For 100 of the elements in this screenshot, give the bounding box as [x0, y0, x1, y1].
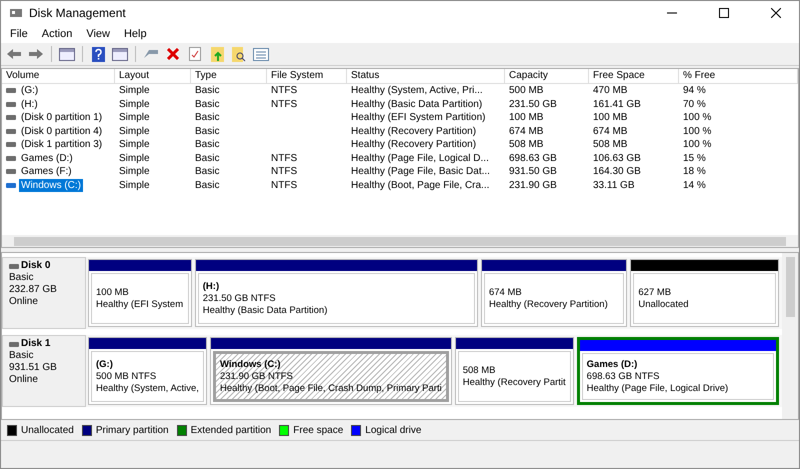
menu-item[interactable]: Action: [34, 25, 80, 43]
window-title: Disk Management: [29, 6, 127, 20]
partition-detail: Healthy (Boot, Page File, Crash Dump, Primary Parti: [220, 382, 442, 394]
column-header[interactable]: Free Space: [589, 69, 679, 83]
maximize-icon: [719, 8, 729, 18]
table-cell: NTFS: [271, 166, 298, 177]
partition-label: (G:): [96, 358, 114, 370]
horizontal-scrollbar[interactable]: [2, 235, 798, 247]
table-cell: Simple: [119, 180, 150, 190]
partition-area[interactable]: Windows (C:) 231.90 GB NTFS Healthy (Boot, Page File, Crash Dump, Primary Parti: [212, 351, 449, 402]
table-cell: 18 %: [683, 166, 706, 177]
table-cell: Basic: [195, 166, 220, 177]
menu-item[interactable]: View: [79, 25, 117, 43]
column-header[interactable]: File System: [267, 69, 347, 83]
partition-block[interactable]: 100 MB Healthy (EFI System: [88, 259, 192, 327]
table-cell: Simple: [119, 112, 150, 123]
disk-management-icon: [9, 7, 23, 19]
table-cell[interactable]: Games (D:): [19, 152, 75, 165]
table-cell: 106.63 GB: [593, 152, 641, 164]
partition-label: (H:): [202, 280, 220, 292]
table-cell: Simple: [119, 85, 150, 96]
table-cell: 94 %: [683, 85, 706, 96]
table-cell: 164.30 GB: [593, 166, 641, 177]
table-cell: 100 MB: [509, 112, 544, 123]
table-cell[interactable]: Windows (C:): [19, 178, 84, 192]
partition-block[interactable]: Games (D:) 698.63 GB NTFS Healthy (Page File, Logical Drive): [576, 337, 779, 405]
drive-icon: [9, 342, 19, 346]
disk-info-panel[interactable]: Disk 1 Basic 931.51 GB Online: [2, 335, 86, 407]
column-header[interactable]: % Free: [679, 69, 798, 83]
partition-block[interactable]: 627 MB Unallocated: [630, 259, 779, 327]
legend-label: Free space: [293, 424, 344, 436]
partition-block[interactable]: (G:) 500 MB NTFS Healthy (System, Active,: [88, 337, 207, 405]
partition-block[interactable]: 674 MB Healthy (Recovery Partition): [480, 259, 628, 327]
partition-detail: 100 MB: [96, 286, 130, 298]
drive-connect-icon: [143, 48, 159, 60]
disk-info-panel[interactable]: Disk 0 Basic 232.87 GB Online: [2, 257, 86, 329]
partition-detail: 698.63 GB NTFS: [586, 370, 661, 382]
partition-detail: 500 MB NTFS: [96, 370, 158, 382]
partition-detail: 231.50 GB NTFS: [202, 292, 277, 304]
menu-item[interactable]: File: [3, 25, 35, 43]
table-cell: NTFS: [271, 98, 298, 110]
table-cell: Healthy (Recovery Partition): [351, 139, 476, 150]
partition-detail: Healthy (Recovery Partition): [488, 298, 609, 310]
table-cell: Healthy (System, Active, Pri...: [351, 85, 483, 96]
table-cell[interactable]: (G:): [19, 84, 40, 98]
properties-button[interactable]: [186, 45, 204, 63]
table-cell[interactable]: (Disk 0 partition 4): [19, 124, 104, 138]
table-cell: 161.41 GB: [593, 98, 641, 110]
column-header[interactable]: Capacity: [505, 69, 589, 83]
column-header[interactable]: Volume: [2, 69, 115, 83]
table-cell: 470 MB: [593, 85, 628, 96]
search-button[interactable]: [230, 45, 248, 63]
partition-area[interactable]: 100 MB Healthy (EFI System: [91, 273, 189, 324]
partition-area[interactable]: (G:) 500 MB NTFS Healthy (System, Active,: [91, 351, 204, 402]
console-tree-button[interactable]: [58, 45, 76, 63]
help-button[interactable]: [89, 45, 107, 63]
disk-size: 232.87 GB: [9, 284, 58, 296]
table-cell: Simple: [119, 166, 150, 177]
partition-block[interactable]: 508 MB Healthy (Recovery Partit: [454, 337, 574, 405]
table-cell[interactable]: Games (F:): [19, 165, 74, 178]
partition-detail: Healthy (Recovery Partit: [462, 376, 566, 388]
table-cell: 231.90 GB: [509, 180, 557, 190]
delete-button[interactable]: [164, 45, 182, 63]
table-cell: NTFS: [271, 180, 298, 190]
vertical-scrollbar[interactable]: [782, 253, 798, 419]
column-header[interactable]: Status: [347, 69, 505, 83]
legend-label: Primary partition: [96, 424, 169, 436]
table-cell[interactable]: (Disk 0 partition 1): [19, 111, 104, 124]
menu-item[interactable]: Help: [116, 25, 154, 43]
column-header[interactable]: Type: [191, 69, 267, 83]
partition-label: Games (D:): [586, 358, 638, 370]
partition-block[interactable]: Windows (C:) 231.90 GB NTFS Healthy (Boot, Page File, Crash Dump, Primary Parti: [210, 337, 452, 405]
partition-area[interactable]: 508 MB Healthy (Recovery Partit: [458, 351, 571, 402]
table-cell: 100 %: [683, 139, 712, 150]
table-cell: Basic: [195, 98, 220, 110]
partition-area[interactable]: 674 MB Healthy (Recovery Partition): [484, 273, 624, 324]
table-cell: 500 MB: [509, 85, 544, 96]
partition-area[interactable]: Games (D:) 698.63 GB NTFS Healthy (Page File, Logical Drive): [582, 353, 774, 400]
partition-block[interactable]: (H:) 231.50 GB NTFS Healthy (Basic Data Partition): [194, 259, 478, 327]
partition-detail: Healthy (Basic Data Partition): [202, 304, 328, 316]
table-cell: 508 MB: [509, 139, 544, 150]
table-cell[interactable]: (Disk 1 partition 3): [19, 138, 104, 152]
table-cell[interactable]: (H:): [19, 98, 40, 111]
table-cell: Basic: [195, 139, 220, 150]
table-cell: NTFS: [271, 152, 298, 164]
table-cell: 100 MB: [593, 112, 628, 123]
list-button[interactable]: [252, 45, 270, 63]
table-cell: 100 %: [683, 112, 712, 123]
table-cell: Healthy (Page File, Logical D...: [351, 152, 489, 164]
pane-button[interactable]: [111, 45, 129, 63]
disk-name: Disk 0: [21, 260, 50, 272]
partition-detail: 231.90 GB NTFS: [220, 370, 294, 382]
column-header[interactable]: Layout: [115, 69, 191, 83]
partition-detail: 627 MB: [638, 286, 672, 298]
disk-size: 931.51 GB: [9, 362, 58, 374]
partition-area[interactable]: (H:) 231.50 GB NTFS Healthy (Basic Data Partition): [198, 273, 475, 324]
disk-type: Basic: [9, 272, 34, 284]
table-cell: Basic: [195, 112, 220, 123]
partition-detail: 508 MB: [462, 364, 496, 376]
partition-area[interactable]: 627 MB Unallocated: [633, 273, 776, 324]
